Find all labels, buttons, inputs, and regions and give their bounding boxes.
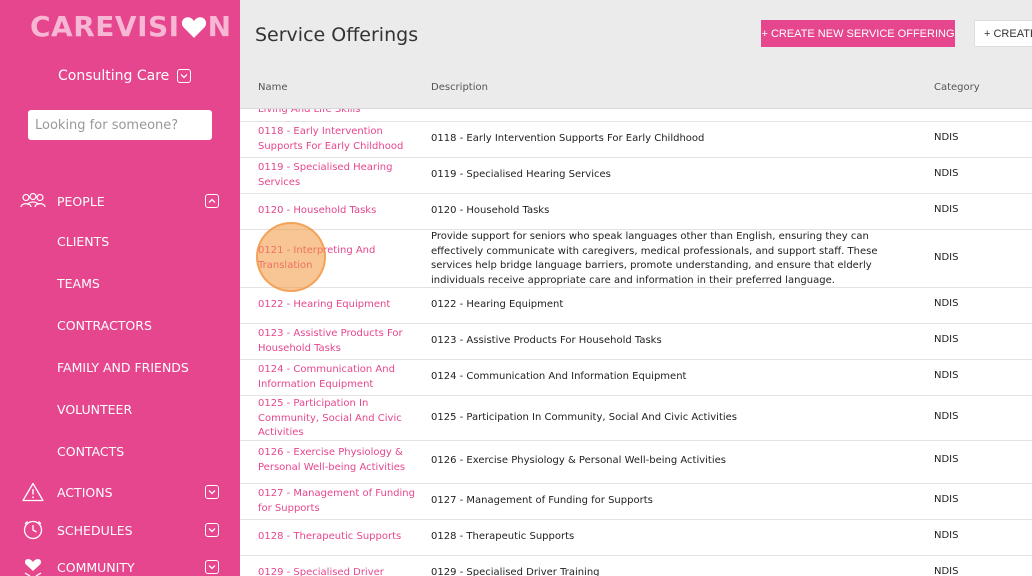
table-row[interactable]: 0119 - Specialised Hearing Services 0119…: [240, 158, 1032, 194]
service-description: 0127 - Management of Funding for Support…: [431, 495, 653, 506]
service-category: NDIS: [934, 411, 959, 422]
service-category: NDIS: [934, 252, 959, 263]
service-name-link[interactable]: 0120 - Household Tasks: [258, 204, 423, 219]
column-header-category[interactable]: Category: [934, 82, 980, 93]
main-content: Service Offerings + CREATE NEW SERVICE O…: [240, 0, 1032, 576]
table-row[interactable]: 0122 - Hearing Equipment 0122 - Hearing …: [240, 288, 1032, 324]
table-row[interactable]: 0124 - Communication And Information Equ…: [240, 360, 1032, 396]
service-description: 0129 - Specialised Driver Training: [431, 567, 600, 576]
service-name-link[interactable]: 0119 - Specialised Hearing Services: [258, 161, 423, 190]
carevision-logo[interactable]: CARE VISI N: [30, 10, 232, 43]
sidebar-item-teams[interactable]: TEAMS: [57, 276, 100, 291]
service-description: 0118 - Early Intervention Supports For E…: [431, 133, 705, 144]
people-icon: [20, 190, 46, 212]
nav-actions[interactable]: ACTIONS: [0, 477, 240, 507]
service-description: 0123 - Assistive Products For Household …: [431, 335, 662, 346]
service-name-link[interactable]: 0123 - Assistive Products For Household …: [258, 327, 423, 356]
heart-hands-icon: [20, 556, 46, 576]
service-category: NDIS: [934, 204, 959, 215]
chevron-up-icon[interactable]: [205, 194, 219, 208]
nav-people[interactable]: PEOPLE: [0, 186, 240, 216]
service-name-link[interactable]: 0127 - Management of Funding for Support…: [258, 487, 423, 516]
nav-people-label: PEOPLE: [57, 193, 105, 209]
chevron-down-icon[interactable]: [205, 560, 219, 574]
logo-text-end: N: [207, 10, 232, 43]
column-header-description[interactable]: Description: [431, 82, 488, 93]
create-secondary-button[interactable]: + CREATE: [974, 20, 1032, 47]
table-row[interactable]: 0129 - Specialised Driver Training 0129 …: [240, 556, 1032, 576]
search-input[interactable]: [28, 110, 212, 140]
table-row[interactable]: 0121 - Interpreting And Translation Prov…: [240, 230, 1032, 288]
table-row[interactable]: 0118 - Early Intervention Supports For E…: [240, 122, 1032, 158]
nav-actions-label: ACTIONS: [57, 484, 113, 500]
nav-community[interactable]: COMMUNITY: [0, 552, 240, 576]
warning-icon: [20, 481, 46, 503]
table-row[interactable]: 0125 - Participation In Community, Socia…: [240, 396, 1032, 441]
table-row[interactable]: 0120 - Household Tasks 0120 - Household …: [240, 194, 1032, 230]
nav-community-label: COMMUNITY: [57, 559, 135, 575]
service-name-link[interactable]: 0126 - Exercise Physiology & Personal We…: [258, 446, 423, 475]
service-name-link[interactable]: 0129 - Specialised Driver Training: [258, 566, 423, 576]
org-name: Consulting Care: [58, 68, 170, 84]
create-service-offering-button[interactable]: + CREATE NEW SERVICE OFFERING: [761, 20, 955, 47]
table-row[interactable]: 0127 - Management of Funding for Support…: [240, 484, 1032, 520]
sidebar-item-contractors[interactable]: CONTRACTORS: [57, 318, 152, 333]
service-category: NDIS: [934, 132, 959, 143]
sidebar-item-volunteer[interactable]: VOLUNTEER: [57, 402, 132, 417]
service-description: Provide support for seniors who speak la…: [431, 231, 878, 286]
nav-schedules-label: SCHEDULES: [57, 522, 133, 538]
table-row[interactable]: 0123 - Assistive Products For Household …: [240, 324, 1032, 360]
service-category: NDIS: [934, 530, 959, 541]
clock-icon: [20, 519, 46, 541]
service-name-link[interactable]: 0124 - Communication And Information Equ…: [258, 363, 423, 392]
service-category: NDIS: [934, 168, 959, 179]
page-header: Service Offerings + CREATE NEW SERVICE O…: [240, 0, 1032, 68]
table-row[interactable]: Living And Life Skills: [240, 109, 1032, 122]
service-name-link[interactable]: 0128 - Therapeutic Supports: [258, 530, 423, 545]
service-category: NDIS: [934, 370, 959, 381]
service-category: NDIS: [934, 298, 959, 309]
service-description: 0125 - Participation In Community, Socia…: [431, 412, 738, 423]
nav-schedules[interactable]: SCHEDULES: [0, 515, 240, 545]
table-row[interactable]: 0126 - Exercise Physiology & Personal We…: [240, 441, 1032, 484]
service-name-link[interactable]: 0125 - Participation In Community, Socia…: [258, 397, 423, 441]
sidebar-item-clients[interactable]: CLIENTS: [57, 234, 109, 249]
heart-icon: [181, 16, 206, 38]
sidebar: CARE VISI N Consulting Care PEOPLE: [0, 0, 240, 576]
service-description: 0120 - Household Tasks: [431, 205, 550, 216]
table-row[interactable]: 0128 - Therapeutic Supports 0128 - Thera…: [240, 520, 1032, 556]
table-header: Name Description Category: [240, 68, 1032, 109]
service-name-link[interactable]: 0118 - Early Intervention Supports For E…: [258, 125, 423, 154]
service-description: 0124 - Communication And Information Equ…: [431, 371, 687, 382]
service-category: NDIS: [934, 494, 959, 505]
logo-text-right: VISI: [114, 10, 180, 43]
sidebar-item-contacts[interactable]: CONTACTS: [57, 444, 124, 459]
chevron-down-icon[interactable]: [205, 523, 219, 537]
column-header-name[interactable]: Name: [258, 82, 288, 93]
logo-text-left: CARE: [30, 10, 115, 43]
service-description: 0119 - Specialised Hearing Services: [431, 169, 611, 180]
chevron-down-icon[interactable]: [205, 485, 219, 499]
service-name-link[interactable]: 0121 - Interpreting And Translation: [258, 244, 423, 273]
service-category: NDIS: [934, 454, 959, 465]
page-title: Service Offerings: [255, 24, 419, 46]
service-description: 0126 - Exercise Physiology & Personal We…: [431, 455, 726, 466]
service-name-link[interactable]: Living And Life Skills: [258, 109, 423, 118]
service-name-link[interactable]: 0122 - Hearing Equipment: [258, 298, 423, 313]
chevron-down-icon[interactable]: [177, 69, 192, 83]
service-description: 0128 - Therapeutic Supports: [431, 531, 575, 542]
org-selector[interactable]: Consulting Care: [58, 68, 192, 84]
service-category: NDIS: [934, 334, 959, 345]
table-body: Living And Life Skills 0118 - Early Inte…: [240, 109, 1032, 576]
service-category: NDIS: [934, 566, 959, 576]
sidebar-item-family-and-friends[interactable]: FAMILY AND FRIENDS: [57, 360, 189, 375]
service-description: 0122 - Hearing Equipment: [431, 299, 564, 310]
